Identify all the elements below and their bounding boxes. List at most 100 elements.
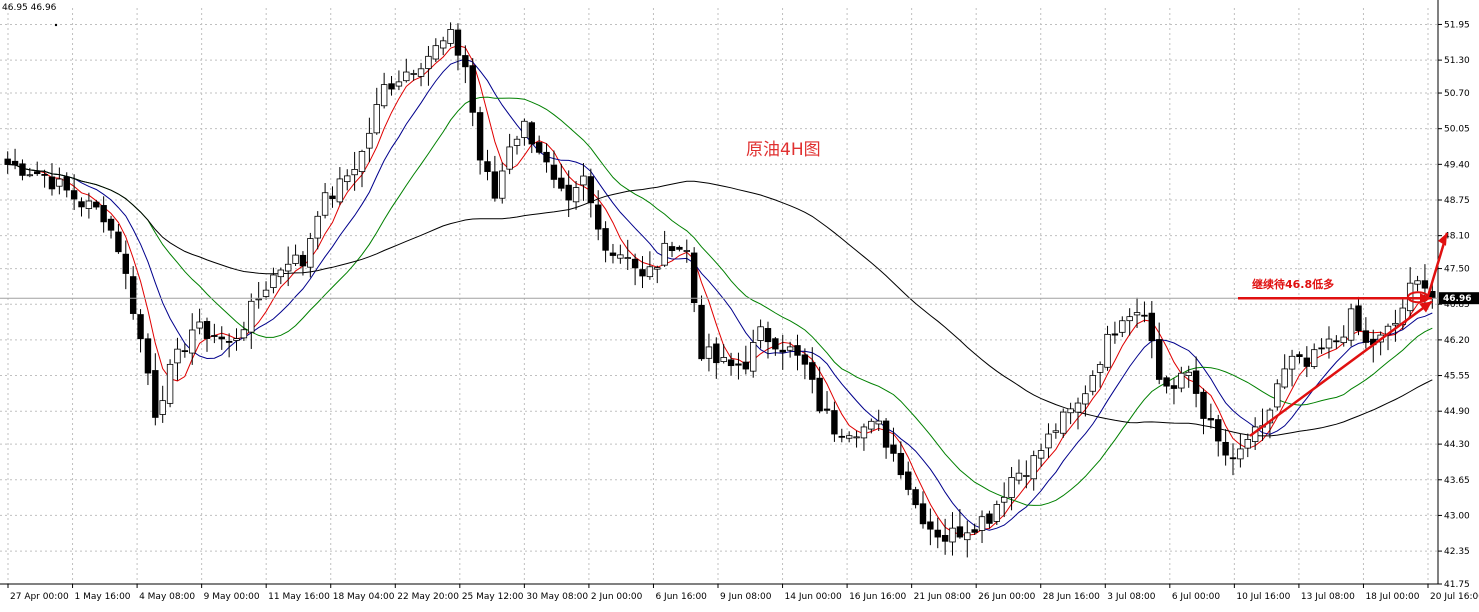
candle-body bbox=[816, 377, 823, 412]
candle-body bbox=[137, 314, 144, 340]
candle bbox=[1377, 331, 1384, 356]
candle-body bbox=[624, 257, 631, 259]
y-tick-label: 46.20 bbox=[1444, 336, 1470, 346]
x-tick-label: 14 Jun 00:00 bbox=[785, 592, 842, 602]
candle-body bbox=[1340, 336, 1347, 344]
y-tick-label: 51.30 bbox=[1444, 56, 1470, 66]
candle-body bbox=[410, 73, 417, 75]
x-tick-label: 6 Jun 16:00 bbox=[655, 592, 707, 602]
candle bbox=[1244, 433, 1251, 458]
marker-dot bbox=[54, 23, 58, 27]
annotations: 46.96 继续待46.8低多 原油4H图 bbox=[0, 23, 1479, 437]
candle bbox=[617, 244, 624, 264]
x-tick-label: 11 May 16:00 bbox=[268, 592, 330, 602]
candle bbox=[986, 510, 993, 529]
candle-body bbox=[1244, 439, 1251, 449]
y-tick-label: 50.05 bbox=[1444, 125, 1470, 135]
candle-body bbox=[307, 238, 314, 268]
x-tick-label: 1 May 16:00 bbox=[75, 592, 131, 602]
candle-body bbox=[1178, 372, 1185, 389]
candle-body bbox=[499, 170, 506, 199]
candle-body bbox=[661, 242, 668, 266]
candle bbox=[661, 230, 668, 267]
candle-body bbox=[934, 529, 941, 538]
x-axis: 27 Apr 00:00 1 May 16:00 4 May 08:00 9 May … bbox=[0, 583, 1479, 602]
candle-body bbox=[78, 201, 85, 208]
candle bbox=[964, 520, 971, 558]
candle bbox=[292, 244, 299, 267]
candle-body bbox=[329, 195, 336, 200]
candle bbox=[358, 149, 366, 188]
candle bbox=[380, 72, 388, 109]
candle-body bbox=[535, 142, 543, 153]
candle-body bbox=[1200, 391, 1207, 419]
candle-body bbox=[1303, 357, 1311, 367]
candle bbox=[100, 196, 107, 233]
candle-body bbox=[211, 335, 218, 337]
candle-body bbox=[85, 200, 93, 209]
candle bbox=[4, 151, 11, 174]
candle bbox=[949, 512, 956, 556]
candle-body bbox=[225, 340, 233, 343]
candle bbox=[284, 246, 292, 287]
candle-body bbox=[34, 171, 41, 175]
candle bbox=[905, 461, 912, 496]
candle bbox=[484, 149, 491, 181]
candle bbox=[934, 517, 941, 549]
candle-body bbox=[528, 122, 535, 145]
candle-body bbox=[491, 171, 499, 199]
candle bbox=[56, 167, 63, 195]
candle-body bbox=[595, 204, 602, 230]
candle bbox=[218, 326, 225, 350]
candle-body bbox=[521, 120, 528, 138]
candle-body bbox=[801, 354, 809, 365]
candle bbox=[403, 58, 410, 83]
candle bbox=[432, 38, 440, 63]
candle-body bbox=[1207, 418, 1215, 421]
candle-body bbox=[823, 408, 831, 411]
candle bbox=[491, 155, 499, 202]
candle bbox=[1052, 423, 1060, 439]
candle-body bbox=[654, 267, 661, 270]
candle-body bbox=[971, 529, 978, 533]
candle bbox=[1414, 275, 1421, 292]
x-tick-label: 4 May 08:00 bbox=[139, 592, 195, 602]
candle bbox=[159, 385, 166, 423]
candle-body bbox=[1141, 314, 1148, 317]
candle bbox=[1060, 408, 1067, 438]
candle bbox=[801, 348, 809, 380]
candle-body bbox=[240, 329, 248, 339]
candle-body bbox=[1008, 477, 1015, 498]
candle-body bbox=[1229, 457, 1237, 460]
ma-line bbox=[7, 164, 1433, 437]
candle bbox=[587, 168, 595, 218]
candle-body bbox=[558, 177, 565, 189]
y-tick-label: 45.55 bbox=[1444, 372, 1470, 382]
candle-body bbox=[100, 205, 107, 223]
candle-body bbox=[956, 526, 964, 538]
candle bbox=[727, 352, 735, 376]
moving-averages bbox=[7, 44, 1433, 536]
candle bbox=[1274, 379, 1281, 411]
candle-body bbox=[860, 426, 868, 439]
y-tick-label: 48.75 bbox=[1444, 196, 1470, 206]
candle bbox=[757, 319, 764, 349]
x-tick-label: 3 Jul 08:00 bbox=[1107, 592, 1156, 602]
candle bbox=[321, 182, 329, 219]
candle-body bbox=[189, 329, 196, 354]
candle bbox=[1111, 321, 1119, 344]
candle bbox=[1015, 459, 1023, 485]
candle-body bbox=[742, 361, 750, 370]
candle-body bbox=[166, 363, 174, 404]
candle bbox=[174, 337, 181, 381]
candle-body bbox=[321, 192, 329, 216]
candle bbox=[1237, 433, 1244, 468]
candle bbox=[993, 500, 1001, 526]
candle bbox=[344, 169, 351, 191]
y-tick-label: 44.30 bbox=[1444, 440, 1470, 450]
candle bbox=[499, 162, 506, 204]
candle bbox=[1355, 296, 1362, 336]
candle-body bbox=[890, 444, 897, 454]
candle bbox=[1008, 466, 1015, 511]
candle-body bbox=[609, 252, 617, 256]
